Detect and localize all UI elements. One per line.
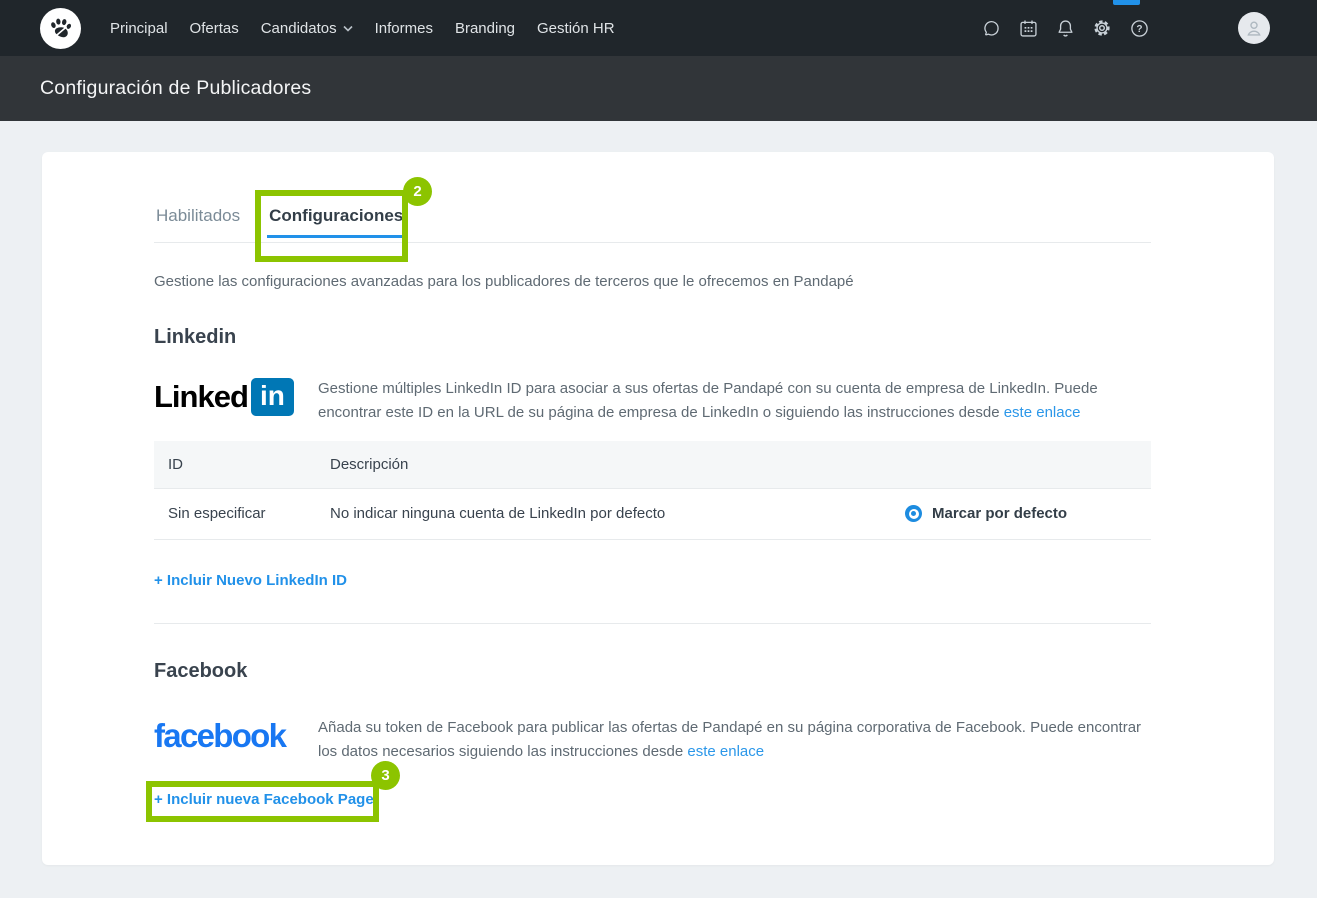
linkedin-help-link[interactable]: este enlace	[1004, 404, 1081, 421]
facebook-help-link[interactable]: este enlace	[687, 743, 764, 760]
facebook-info-row: facebook Añada su token de Facebook para…	[154, 715, 1151, 764]
nav-item-branding[interactable]: Branding	[444, 0, 526, 56]
tabs: Habilitados Configuraciones	[154, 206, 1151, 243]
nav-item-gestion-hr[interactable]: Gestión HR	[526, 0, 626, 56]
facebook-description: Añada su token de Facebook para publicar…	[318, 715, 1148, 764]
facebook-heading: Facebook	[154, 660, 1151, 683]
linkedin-logo: Linked in	[154, 376, 318, 425]
linkedin-description: Gestione múltiples LinkedIn ID para asoc…	[318, 376, 1148, 425]
facebook-logo: facebook	[154, 715, 318, 764]
table-header-default	[894, 441, 1151, 488]
table-header-description: Descripción	[330, 441, 894, 488]
cell-description: No indicar ninguna cuenta de LinkedIn po…	[330, 488, 894, 539]
main-nav: Principal Ofertas Candidatos Informes Br…	[99, 0, 626, 56]
linkedin-table: ID Descripción Sin especificar No indica…	[154, 441, 1151, 540]
nav-item-candidatos[interactable]: Candidatos	[250, 0, 364, 56]
nav-item-label: Branding	[455, 20, 515, 37]
linkedin-logo-in-badge: in	[251, 378, 294, 416]
linkedin-heading: Linkedin	[154, 326, 1151, 349]
nav-item-principal[interactable]: Principal	[99, 0, 179, 56]
nav-icons: ?	[979, 12, 1270, 44]
linkedin-description-text: Gestione múltiples LinkedIn ID para asoc…	[318, 380, 1098, 421]
table-header-id: ID	[154, 441, 330, 488]
brand-logo[interactable]	[40, 8, 81, 49]
tab-habilitados[interactable]: Habilitados	[154, 206, 242, 242]
page-title-bar: Configuración de Publicadores	[0, 56, 1317, 121]
chat-icon[interactable]	[979, 16, 1003, 40]
help-icon[interactable]: ?	[1127, 16, 1151, 40]
paw-icon	[47, 15, 74, 42]
nav-item-label: Principal	[110, 20, 168, 37]
nav-item-informes[interactable]: Informes	[364, 0, 444, 56]
nav-item-label: Ofertas	[190, 20, 239, 37]
calendar-icon[interactable]	[1016, 16, 1040, 40]
table-row: Sin especificar No indicar ninguna cuent…	[154, 488, 1151, 539]
linkedin-logo-word: Linked	[154, 379, 248, 415]
table-header-row: ID Descripción	[154, 441, 1151, 488]
default-radio[interactable]	[905, 505, 922, 522]
nav-item-ofertas[interactable]: Ofertas	[179, 0, 250, 56]
bell-icon[interactable]	[1053, 16, 1077, 40]
nav-item-label: Informes	[375, 20, 433, 37]
tab-configuraciones[interactable]: Configuraciones	[267, 206, 405, 242]
intro-text: Gestione las configuraciones avanzadas p…	[154, 273, 1151, 290]
avatar[interactable]	[1238, 12, 1270, 44]
default-radio-group: Marcar por defecto	[894, 505, 1151, 522]
facebook-section: Facebook facebook Añada su token de Face…	[154, 660, 1151, 809]
person-icon	[1243, 17, 1265, 39]
cell-id: Sin especificar	[154, 488, 330, 539]
add-facebook-page-link[interactable]: + Incluir nueva Facebook Page	[154, 791, 374, 808]
linkedin-info-row: Linked in Gestione múltiples LinkedIn ID…	[154, 376, 1151, 425]
facebook-logo-word: facebook	[154, 717, 285, 755]
linkedin-section: Linkedin Linked in Gestione múltiples Li…	[154, 326, 1151, 590]
nav-item-label: Candidatos	[261, 20, 337, 37]
content-card: Habilitados Configuraciones Gestione las…	[42, 152, 1274, 865]
gear-icon[interactable]	[1090, 16, 1114, 40]
svg-text:?: ?	[1136, 24, 1142, 35]
add-linkedin-id-link[interactable]: + Incluir Nuevo LinkedIn ID	[154, 572, 347, 589]
nav-bar: Principal Ofertas Candidatos Informes Br…	[0, 0, 1317, 56]
gear-active-indicator	[1113, 0, 1140, 5]
nav-item-label: Gestión HR	[537, 20, 615, 37]
chevron-down-icon	[343, 25, 353, 32]
section-divider	[154, 623, 1151, 624]
page-title: Configuración de Publicadores	[40, 77, 311, 100]
radio-label: Marcar por defecto	[932, 505, 1067, 522]
